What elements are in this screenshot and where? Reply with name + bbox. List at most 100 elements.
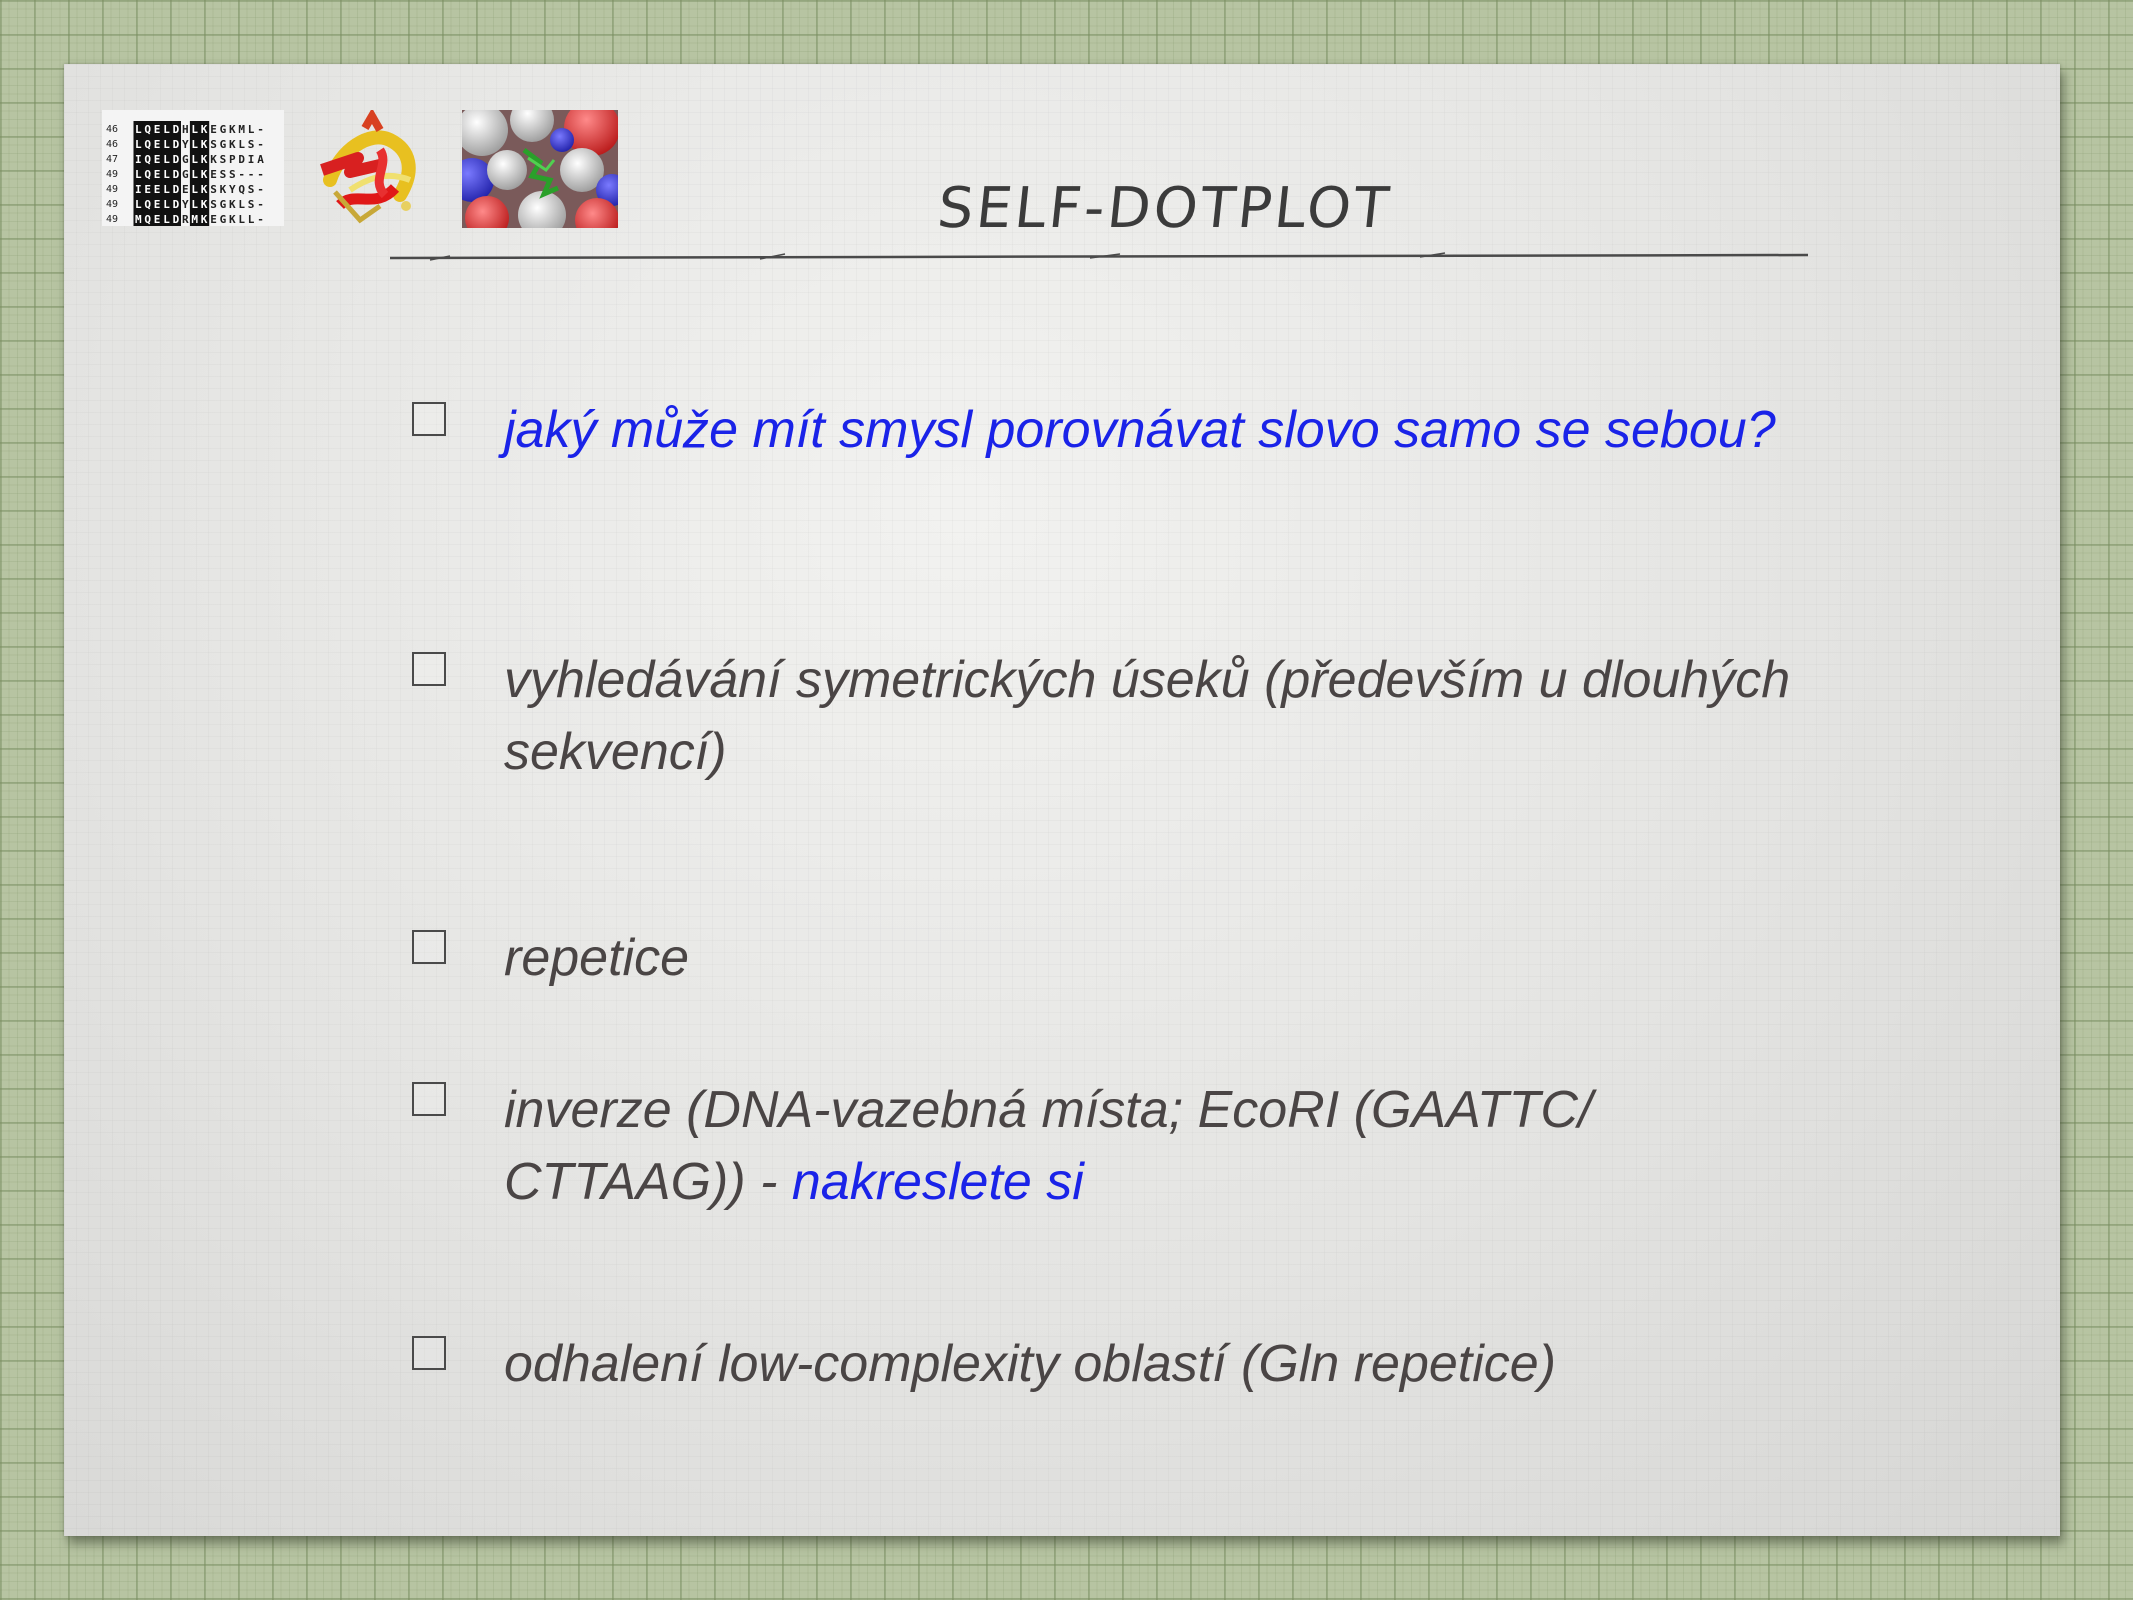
alignment-number: 49 — [106, 169, 118, 180]
alignment-residue: E — [154, 168, 161, 181]
alignment-residue: M — [238, 123, 245, 136]
alignment-residue: I — [248, 153, 255, 166]
alignment-residue: L — [248, 213, 255, 226]
checkbox-bullet-icon — [412, 1082, 446, 1116]
item-text-highlight: nakreslete si — [791, 1153, 1084, 1211]
alignment-residue: - — [238, 168, 245, 181]
alignment-number: 49 — [106, 214, 118, 225]
checkbox-bullet-icon — [412, 930, 446, 964]
alignment-residue: L — [163, 213, 170, 226]
protein-ribbon-logo — [320, 110, 416, 224]
alignment-residue: Q — [238, 183, 245, 196]
alignment-residue: D — [173, 183, 180, 196]
alignment-residue: L — [135, 123, 142, 136]
alignment-residue: L — [238, 198, 245, 211]
alignment-residue: Q — [144, 123, 151, 136]
checkbox-bullet-icon — [412, 1336, 446, 1370]
alignment-residue: K — [201, 213, 208, 226]
slide: 46 L Q E L D H L K E G K M L -46 L Q E L D Y L K S G K L S -47 I Q E L D G… — [64, 64, 2060, 1536]
alignment-residue: K — [229, 213, 236, 226]
alignment-residue: E — [154, 123, 161, 136]
alignment-residue: L — [135, 198, 142, 211]
alignment-residue: E — [154, 198, 161, 211]
alignment-residue: S — [210, 198, 217, 211]
alignment-residue: D — [173, 138, 180, 151]
alignment-residue: L — [163, 183, 170, 196]
alignment-residue: Q — [144, 198, 151, 211]
item-text: vyhledávání symetrických úseků (předevší… — [504, 651, 1791, 781]
alignment-residue: E — [144, 183, 151, 196]
alignment-residue: Q — [144, 213, 151, 226]
alignment-residue: A — [257, 153, 264, 166]
alignment-residue: L — [163, 123, 170, 136]
alignment-residue: G — [220, 198, 227, 211]
alignment-residue: L — [135, 138, 142, 151]
alignment-residue: G — [182, 153, 189, 166]
alignment-residue: G — [182, 168, 189, 181]
alignment-residue: Y — [182, 198, 189, 211]
alignment-residue: G — [220, 138, 227, 151]
alignment-residue: D — [238, 153, 245, 166]
alignment-residue: S — [210, 138, 217, 151]
alignment-residue: Q — [144, 138, 151, 151]
alignment-number: 46 — [106, 124, 118, 135]
alignment-number: 46 — [106, 139, 118, 150]
item-text: odhalení low-complexity oblastí (Gln rep… — [504, 1335, 1557, 1393]
alignment-residue: L — [238, 213, 245, 226]
alignment-residue: G — [220, 123, 227, 136]
alignment-residue: K — [229, 138, 236, 151]
alignment-residue: L — [163, 138, 170, 151]
alignment-residue: L — [163, 198, 170, 211]
alignment-residue: K — [229, 123, 236, 136]
alignment-residue: M — [191, 213, 198, 226]
alignment-residue: - — [257, 183, 264, 196]
alignment-residue: L — [191, 183, 198, 196]
alignment-residue: L — [135, 168, 142, 181]
alignment-residue: L — [238, 138, 245, 151]
alignment-residue: L — [191, 123, 198, 136]
alignment-residue: R — [182, 213, 189, 226]
alignment-residue: E — [182, 183, 189, 196]
alignment-residue: D — [173, 153, 180, 166]
sequence-alignment-logo: 46 L Q E L D H L K E G K M L -46 L Q E L D Y L K S G K L S -47 I Q E L D G… — [102, 110, 284, 226]
alignment-residue: - — [257, 213, 264, 226]
checkbox-bullet-icon — [412, 402, 446, 436]
alignment-residue: D — [173, 123, 180, 136]
alignment-number: 49 — [106, 199, 118, 210]
alignment-residue: M — [135, 213, 142, 226]
alignment-residue: H — [182, 123, 189, 136]
title-underline — [390, 252, 1808, 261]
alignment-residue: K — [229, 198, 236, 211]
alignment-residue: E — [210, 123, 217, 136]
alignment-residue: - — [257, 168, 264, 181]
checkbox-bullet-icon — [412, 652, 446, 686]
alignment-residue: G — [220, 213, 227, 226]
alignment-residue: S — [248, 138, 255, 151]
alignment-residue: S — [229, 168, 236, 181]
alignment-residue: S — [210, 183, 217, 196]
alignment-residue: L — [163, 168, 170, 181]
alignment-residue: Y — [182, 138, 189, 151]
alignment-residue: L — [163, 153, 170, 166]
alignment-residue: P — [229, 153, 236, 166]
slide-title: SELF-DOTPLOT — [934, 176, 1395, 241]
protein-surface-logo — [462, 110, 618, 228]
alignment-residue: K — [201, 168, 208, 181]
alignment-residue: - — [248, 168, 255, 181]
alignment-residue: - — [257, 123, 264, 136]
alignment-residue: L — [191, 198, 198, 211]
item-text: inverze (DNA-vazebná místa; EcoRI (GAATT… — [504, 1074, 1804, 1218]
alignment-residue: S — [220, 168, 227, 181]
alignment-residue: - — [257, 138, 264, 151]
alignment-residue: D — [173, 198, 180, 211]
alignment-residue: S — [248, 198, 255, 211]
alignment-residue: E — [154, 213, 161, 226]
alignment-residue: K — [201, 183, 208, 196]
alignment-residue: K — [201, 123, 208, 136]
alignment-residue: K — [201, 138, 208, 151]
alignment-residue: E — [210, 168, 217, 181]
alignment-residue: L — [191, 138, 198, 151]
alignment-residue: L — [248, 123, 255, 136]
alignment-residue: I — [135, 153, 142, 166]
alignment-residue: K — [201, 198, 208, 211]
